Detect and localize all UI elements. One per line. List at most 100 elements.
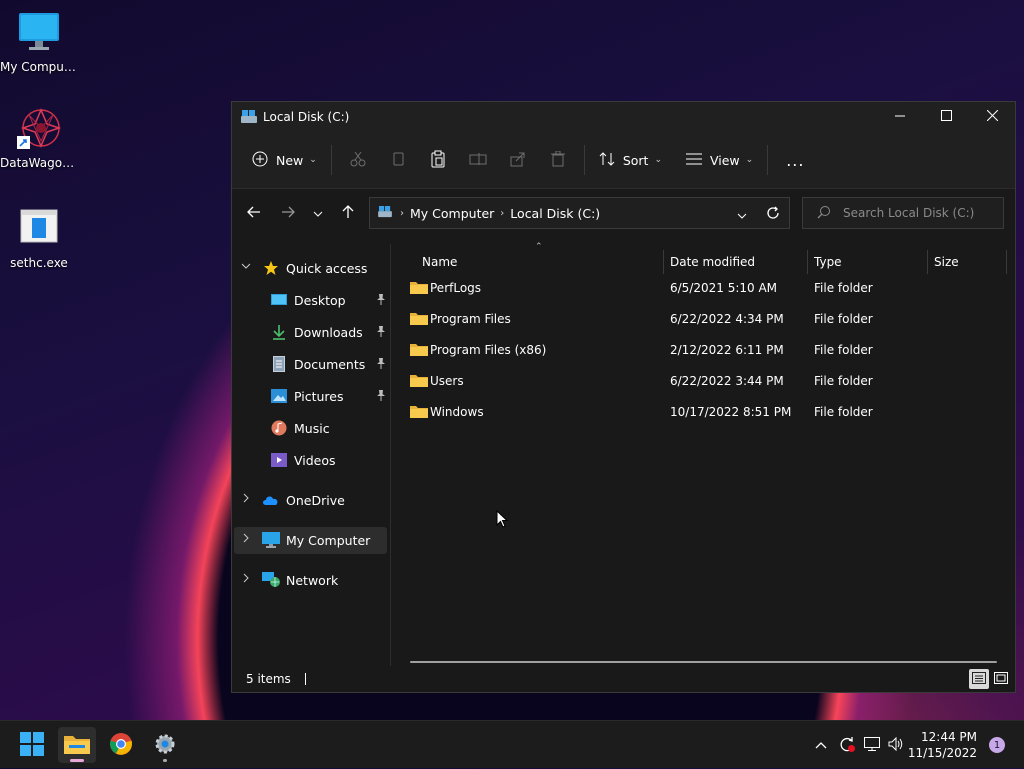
pin-icon [376, 293, 386, 308]
address-history-dropdown[interactable] [737, 208, 747, 222]
rename-button[interactable] [466, 148, 490, 172]
desktop-icon-my-computer[interactable]: My Computer [0, 10, 78, 74]
chevron-down-icon: ⌄ [745, 155, 754, 165]
desktop-icon-datawagon[interactable]: DataWagon... [0, 106, 78, 170]
nav-item-music[interactable]: Music [270, 414, 386, 442]
chevron-right-icon[interactable] [243, 573, 255, 586]
table-row[interactable]: Users 6/22/2022 3:44 PM File folder [406, 365, 1001, 396]
datawagon-shortcut-icon [17, 106, 62, 150]
breadcrumb-local-disk[interactable]: Local Disk (C:) [510, 206, 600, 221]
maximize-button[interactable] [923, 102, 969, 132]
column-divider[interactable] [807, 250, 808, 274]
refresh-icon [766, 206, 780, 223]
column-divider[interactable] [927, 250, 928, 274]
pin-icon [376, 389, 386, 404]
chevron-down-icon: ⌄ [654, 155, 662, 165]
network-monitor-icon [864, 736, 880, 754]
nav-quick-access[interactable]: Quick access [262, 254, 367, 282]
forward-button[interactable] [272, 197, 304, 229]
volume-button[interactable] [884, 736, 908, 754]
chevron-right-icon[interactable] [243, 533, 255, 546]
minimize-button[interactable] [877, 102, 923, 132]
nav-item-videos[interactable]: Videos [270, 446, 386, 474]
list-view-icon [685, 152, 702, 169]
refresh-button[interactable] [766, 206, 780, 223]
nav-label: My Computer [286, 532, 371, 548]
title-bar[interactable]: Local Disk (C:) [232, 102, 1015, 132]
delete-button[interactable] [546, 148, 570, 172]
nav-item-desktop[interactable]: Desktop [270, 286, 386, 314]
more-label: ... [786, 150, 805, 170]
chevron-right-icon[interactable] [243, 493, 255, 506]
clipboard-icon [430, 150, 446, 171]
file-type: File folder [814, 404, 873, 419]
desktop-icon-sethc[interactable]: sethc.exe [0, 206, 78, 270]
file-date: 10/17/2022 8:51 PM [670, 404, 792, 419]
notification-badge[interactable]: 1 [989, 737, 1005, 753]
back-button[interactable] [238, 197, 270, 229]
show-hidden-icons-button[interactable] [812, 738, 830, 752]
column-divider[interactable] [663, 250, 664, 274]
copy-button[interactable] [386, 148, 410, 172]
table-row[interactable]: Program Files 6/22/2022 4:34 PM File fol… [406, 303, 1001, 334]
column-divider[interactable] [1006, 250, 1007, 274]
column-label: Name [422, 255, 458, 269]
plus-circle-icon [252, 151, 268, 170]
horizontal-scrollbar[interactable] [410, 661, 997, 663]
desktop-icon-label: sethc.exe [10, 256, 68, 270]
cut-button[interactable] [346, 148, 370, 172]
taskbar-settings[interactable] [146, 727, 184, 763]
file-name: Users [430, 373, 464, 388]
taskbar: 12:44 PM 11/15/2022 1 [0, 720, 1024, 768]
monitor-icon [262, 531, 280, 549]
close-button[interactable] [969, 102, 1015, 132]
column-label: Date modified [670, 255, 756, 269]
view-button[interactable]: View ⌄ [678, 144, 761, 176]
details-view-button[interactable] [969, 669, 989, 689]
taskbar-file-explorer[interactable] [58, 727, 96, 763]
cloud-icon [262, 491, 280, 509]
share-button[interactable] [506, 148, 530, 172]
chevron-down-icon[interactable] [241, 261, 253, 272]
paste-button[interactable] [426, 148, 450, 172]
recent-locations-button[interactable] [302, 197, 334, 229]
pane-divider[interactable] [390, 244, 391, 668]
up-button[interactable] [332, 197, 364, 229]
mouse-cursor-icon [496, 509, 509, 531]
chevron-down-icon [737, 208, 747, 222]
nav-item-downloads[interactable]: Downloads [270, 318, 386, 346]
sort-label: Sort [622, 152, 649, 168]
new-button[interactable]: New ⌄ [244, 144, 325, 176]
nav-onedrive[interactable]: OneDrive [262, 486, 345, 514]
download-arrow-icon [270, 323, 288, 341]
large-icons-view-button[interactable] [991, 669, 1011, 689]
application-window-icon [17, 206, 61, 250]
nav-network[interactable]: Network [262, 566, 338, 594]
nav-item-documents[interactable]: Documents [270, 350, 386, 378]
table-row[interactable]: PerfLogs 6/5/2021 5:10 AM File folder [406, 272, 1001, 303]
more-options-button[interactable]: ... [778, 144, 812, 176]
breadcrumb-my-computer[interactable]: My Computer [410, 206, 494, 221]
file-list: ⌃ Name Date modified Type Size PerfLogs … [392, 242, 1015, 668]
start-button[interactable] [13, 727, 51, 763]
nav-my-computer[interactable]: My Computer [262, 526, 370, 554]
item-count: 5 items [246, 672, 291, 686]
chrome-icon [109, 732, 133, 759]
navigation-pane: Quick access Desktop Downloads Documents… [232, 244, 390, 668]
sort-button[interactable]: Sort ⌄ [591, 144, 670, 176]
drive-icon [378, 205, 392, 221]
table-row[interactable]: Program Files (x86) 2/12/2022 6:11 PM Fi… [406, 334, 1001, 365]
taskbar-clock[interactable]: 12:44 PM 11/15/2022 [908, 729, 977, 761]
sync-status-button[interactable] [834, 735, 860, 756]
nav-label: Videos [294, 452, 336, 468]
network-status-button[interactable] [860, 736, 884, 754]
search-box[interactable] [802, 197, 1004, 229]
rename-icon [469, 152, 487, 169]
folder-icon [410, 404, 428, 421]
search-input[interactable] [841, 205, 1003, 221]
address-bar[interactable]: › My Computer › Local Disk (C:) [369, 197, 790, 229]
table-row[interactable]: Windows 10/17/2022 8:51 PM File folder [406, 396, 1001, 427]
nav-label: Music [294, 420, 330, 436]
taskbar-chrome[interactable] [102, 727, 140, 763]
nav-item-pictures[interactable]: Pictures [270, 382, 386, 410]
